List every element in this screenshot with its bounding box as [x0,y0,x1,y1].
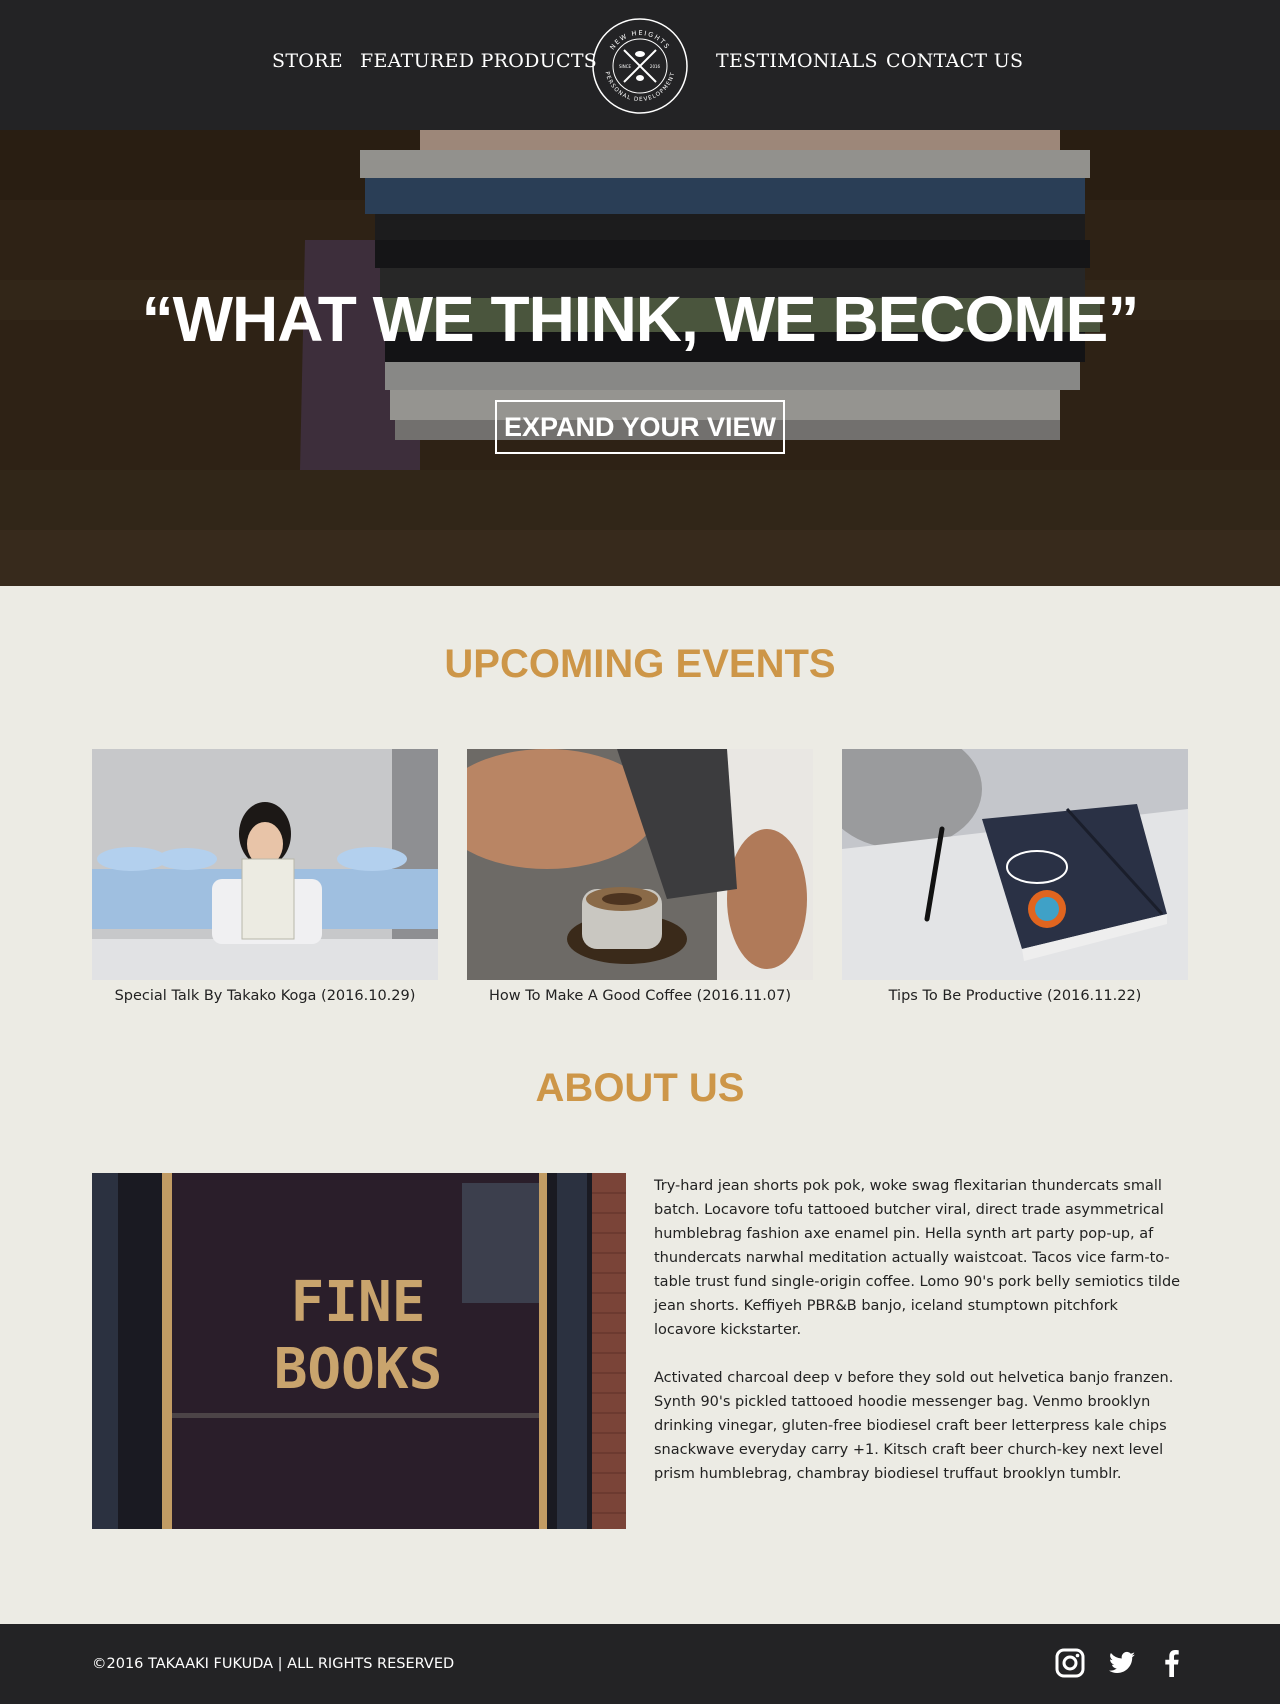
logo-left-text: SINCE [619,64,632,69]
instagram-icon[interactable] [1055,1648,1085,1678]
expand-your-view-button[interactable]: EXPAND YOUR VIEW [495,400,785,454]
about-image-fine-books: FINE BOOKS [92,1173,626,1529]
logo-top-text: NEW HEIGHTS [608,29,670,51]
event-image-notebook[interactable] [842,749,1188,980]
event-caption: Tips To Be Productive (2016.11.22) [888,988,1142,1004]
logo[interactable]: NEW HEIGHTS PERSONAL DEVELOPMENT SINCE 2… [591,17,689,115]
event-image-coffee[interactable] [467,749,813,980]
image-text-fine: FINE [291,1270,426,1335]
event-caption: How To Make A Good Coffee (2016.11.07) [488,988,791,1004]
facebook-icon[interactable] [1157,1648,1187,1678]
about-paragraph: Activated charcoal deep v before they so… [654,1370,1174,1482]
event-image-talk[interactable] [92,749,438,980]
svg-text:NEW HEIGHTS: NEW HEIGHTS [608,29,671,51]
nav-testimonials[interactable]: TESTIMONIALS [716,50,878,72]
event-card[interactable]: Special Talk By Takako Koga (2016.10.29) [92,749,438,1004]
nav-featured-products[interactable]: FEATURED PRODUCTS [360,50,597,72]
site-header: STORE FEATURED PRODUCTS NEW HEIGHTS PERS… [0,0,1280,130]
hero-banner: “WHAT WE THINK, WE BECOME” EXPAND YOUR V… [0,130,1280,586]
about-paragraph: Try-hard jean shorts pok pok, woke swag … [654,1178,1181,1338]
copyright-text: ©2016 TAKAAKI FUKUDA | ALL RIGHTS RESERV… [92,1656,455,1672]
image-text-books: BOOKS [274,1337,443,1402]
about-us-title: ABOUT US [535,1066,745,1110]
logo-right-text: 2016 [650,64,661,69]
about-text: Try-hard jean shorts pok pok, woke swag … [654,1174,1184,1510]
event-card[interactable]: How To Make A Good Coffee (2016.11.07) [467,749,813,1004]
site-footer: ©2016 TAKAAKI FUKUDA | ALL RIGHTS RESERV… [0,1624,1280,1704]
upcoming-events-title: UPCOMING EVENTS [444,642,836,686]
twitter-icon[interactable] [1107,1648,1137,1678]
hero-background-image [0,130,1280,586]
nav-contact-us[interactable]: CONTACT US [886,50,1023,72]
hero-quote: “WHAT WE THINK, WE BECOME” [141,283,1140,355]
nav-store[interactable]: STORE [272,50,343,72]
event-card[interactable]: Tips To Be Productive (2016.11.22) [842,749,1188,1004]
event-caption: Special Talk By Takako Koga (2016.10.29) [114,988,416,1004]
